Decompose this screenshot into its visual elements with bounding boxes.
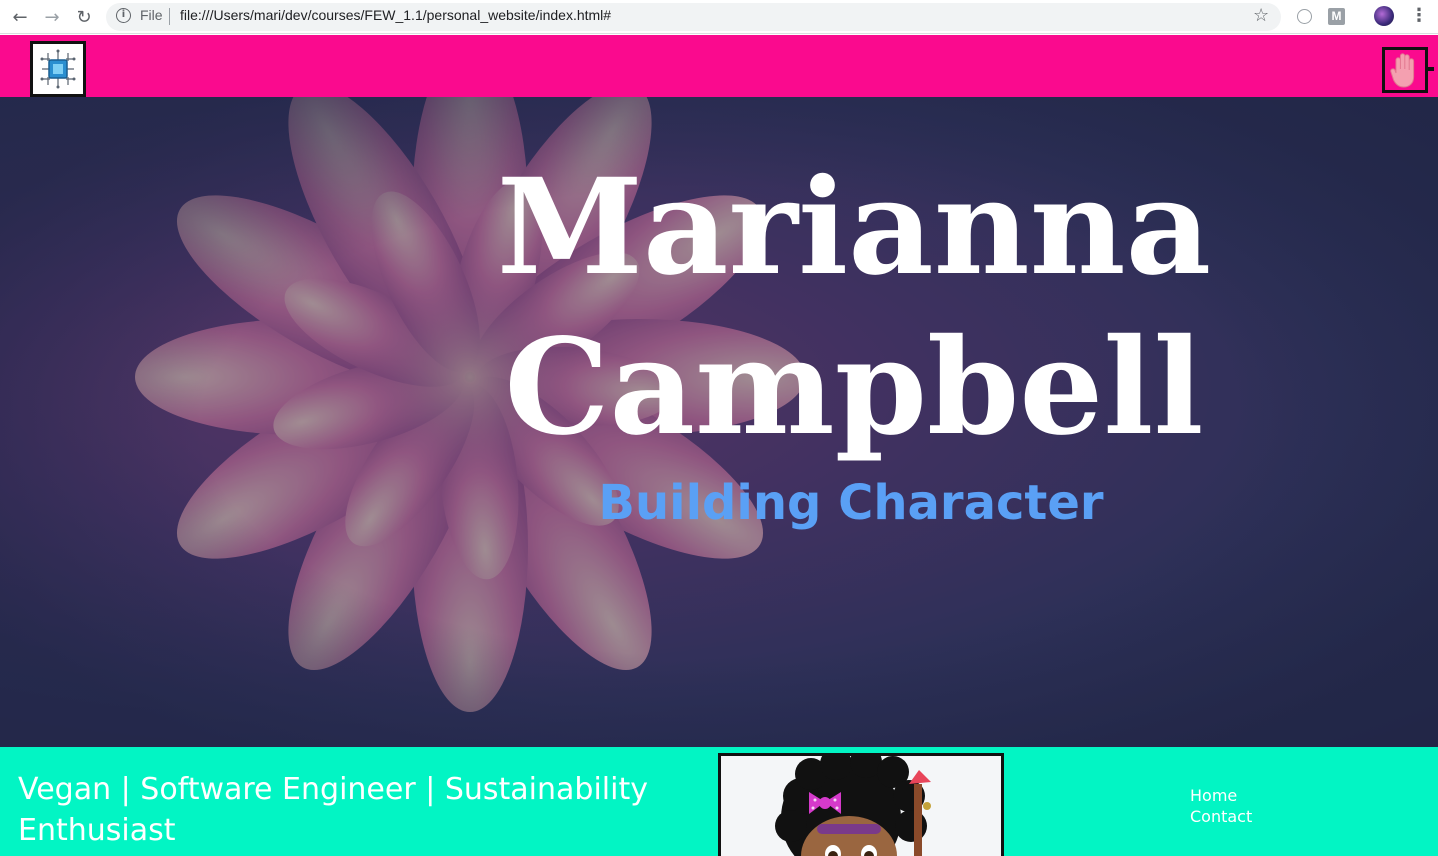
site-header [0,35,1438,97]
avatar-illustration [718,753,1004,856]
nav-link-home[interactable]: Home [1190,785,1252,806]
scheme-label: File [140,7,163,23]
about-section: Vegan | Software Engineer | Sustainabili… [0,747,1438,856]
url-text[interactable]: file:///Users/mari/dev/courses/FEW_1.1/p… [180,7,611,23]
extension-m-icon[interactable]: M [1328,8,1345,25]
url-divider [169,8,170,25]
browser-toolbar: ← → ↻ i File file:///Users/mari/dev/cour… [0,0,1438,34]
about-tagline: Vegan | Software Engineer | Sustainabili… [18,772,648,848]
info-icon[interactable]: i [116,8,131,23]
extension-icon[interactable] [1297,9,1312,24]
hero-name-last: Campbell [504,310,1204,465]
profile-avatar-icon[interactable] [1374,6,1394,26]
hero-section: Marianna Campbell Building Character [0,97,1438,747]
footer-nav: Home Contact [1190,785,1252,827]
circuit-chip-icon [40,49,76,89]
hero-name-first: Marianna [496,150,1212,305]
bookmark-star-icon[interactable]: ☆ [1253,5,1269,26]
site-logo[interactable] [30,41,86,97]
menu-button[interactable] [1382,47,1428,93]
menu-button-marker [1428,67,1434,71]
nav-link-contact[interactable]: Contact [1190,806,1252,827]
menu-kebab-icon[interactable]: ⋮ [1410,5,1428,26]
forward-arrow-icon[interactable]: → [40,5,64,29]
hero-tagline: Building Character [598,475,1104,531]
back-arrow-icon[interactable]: ← [8,5,32,29]
raised-hand-icon [1390,53,1415,88]
cartoon-girl-avatar [775,756,931,856]
reload-icon[interactable]: ↻ [72,5,96,29]
